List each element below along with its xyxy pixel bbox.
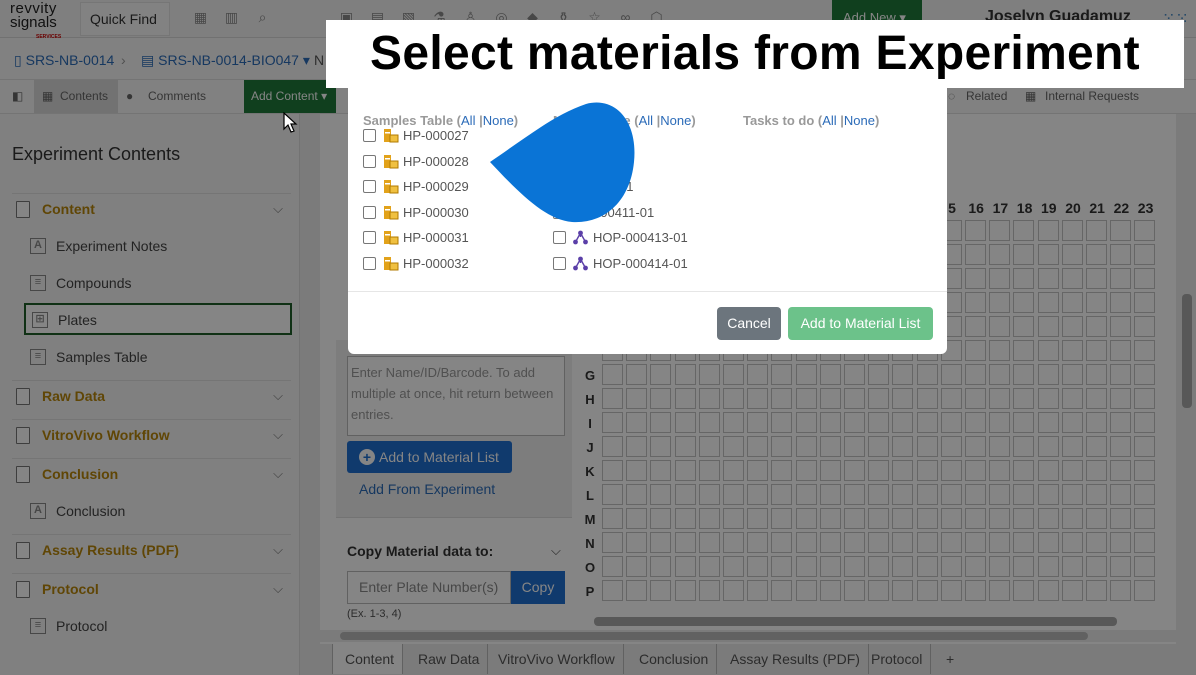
close-paren: ): [691, 113, 696, 128]
sample-icon: [384, 231, 399, 245]
checkbox[interactable]: [363, 154, 376, 168]
mouse-cursor-icon: [283, 112, 298, 133]
sample-row[interactable]: HP-000029: [363, 175, 469, 199]
checkbox[interactable]: [553, 257, 566, 270]
modal-divider: [348, 291, 947, 292]
molecule-icon: [573, 230, 588, 245]
sample-row[interactable]: HP-000028: [363, 150, 469, 174]
sample-row[interactable]: HP-000027: [363, 124, 469, 148]
sample-icon: [384, 180, 399, 194]
select-materials-modal: Samples Table (All |None) Mble (All |Non…: [348, 76, 947, 354]
material-row[interactable]: HOP-000414-01: [553, 252, 688, 276]
cancel-button[interactable]: Cancel: [717, 307, 781, 340]
sample-icon: [384, 205, 399, 220]
sample-id: HP-000029: [403, 179, 469, 195]
sample-id: HP-000032: [403, 256, 469, 271]
material-id: HOP-000414-01: [593, 256, 688, 271]
tutorial-caption: Select materials from Experiment: [326, 20, 1184, 88]
checkbox[interactable]: [363, 180, 376, 194]
column-title: Tasks to do (: [743, 113, 823, 128]
sample-id: HP-000027: [403, 128, 469, 143]
material-row[interactable]: HOP-000413-01: [553, 226, 688, 250]
sample-icon: [384, 257, 399, 271]
select-all-materials-link[interactable]: All: [639, 113, 653, 128]
add-to-material-list-modal-button[interactable]: Add to Material List: [788, 307, 933, 340]
select-all-tasks-link[interactable]: All: [822, 113, 836, 128]
close-paren: ): [875, 113, 880, 128]
checkbox[interactable]: [553, 231, 566, 245]
select-none-materials-link[interactable]: None: [660, 113, 691, 128]
material-id: HOP-000413-01: [593, 230, 688, 246]
sample-row[interactable]: HP-000030: [363, 201, 469, 225]
checkbox[interactable]: [363, 231, 376, 245]
callout-pointer: [490, 102, 635, 223]
sample-row[interactable]: HP-000032: [363, 252, 469, 276]
sample-id: HP-000028: [403, 153, 469, 169]
molecule-icon: [573, 256, 588, 271]
checkbox[interactable]: [363, 205, 376, 219]
select-none-tasks-link[interactable]: None: [844, 113, 875, 128]
sample-icon: [384, 129, 399, 143]
checkbox[interactable]: [363, 257, 376, 270]
sample-id: HP-000031: [403, 230, 469, 246]
tasks-column-header: Tasks to do (All |None): [743, 113, 880, 128]
sample-row[interactable]: HP-000031: [363, 226, 469, 250]
sample-icon: [384, 154, 399, 169]
sample-id: HP-000030: [403, 204, 469, 220]
checkbox[interactable]: [363, 129, 376, 142]
